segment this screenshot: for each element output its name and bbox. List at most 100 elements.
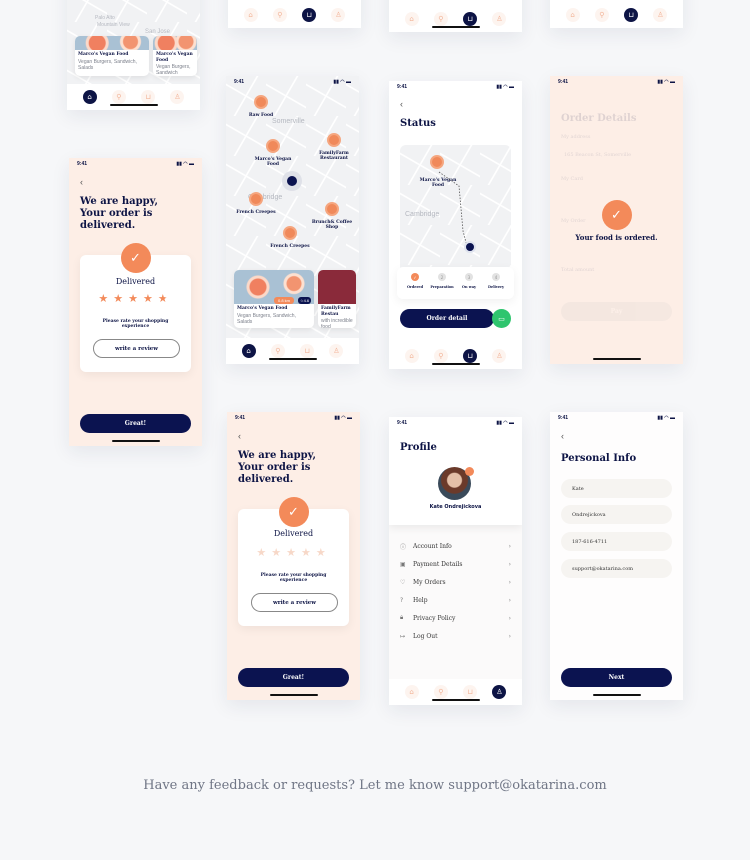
back-icon[interactable]: ‹ <box>561 431 564 441</box>
home-icon[interactable]: ⌂ <box>404 12 419 26</box>
star-icon[interactable]: ★ <box>286 546 301 559</box>
profile-screen: 9:41 ▮▮ ◠ ▬ Profile Kate Ondrejickova ⓘ Ac… <box>389 417 522 705</box>
chat-icon[interactable]: ▭ <box>492 309 511 328</box>
restaurant-card[interactable]: Marco's Vegan Food Vegan Burgers, Sandwic… <box>75 36 149 76</box>
email-field[interactable]: support@okatarina.com <box>561 559 672 578</box>
chevron-right-icon: › <box>508 632 511 640</box>
cart-icon[interactable]: ⊔ <box>624 8 639 22</box>
star-icon[interactable]: ★ <box>256 546 271 559</box>
menu-item[interactable]: ▣ Payment Details › <box>400 558 511 570</box>
map-pin-icon[interactable]: ⚲ <box>111 90 126 104</box>
home-icon[interactable]: ⌂ <box>243 8 258 22</box>
status-screen: 9:41 ▮▮ ◠ ▬ ‹ Status Cambridge Marco's Ve… <box>389 81 522 369</box>
great-button[interactable]: Great! <box>80 414 191 433</box>
page-title: We are happy, Your order is delivered. <box>238 450 316 485</box>
home-icon[interactable]: ⌂ <box>404 349 419 363</box>
home-icon[interactable]: ⌂ <box>565 8 580 22</box>
partial-screen-nav: ⌂ ⚲ ⊔ ♙ <box>228 0 361 28</box>
cart-icon[interactable]: ⊔ <box>463 12 478 26</box>
restaurant-pin[interactable] <box>327 133 341 147</box>
restaurant-card[interactable]: 0.8 km ☆4.6 Marco's Vegan Food Vegan Burg… <box>234 270 314 328</box>
map-screen: 9:41 ▮▮ ◠ ▬ Somerville Cambridge Raw Food… <box>226 76 359 364</box>
home-icon[interactable]: ⌂ <box>241 344 256 358</box>
card-icon: ▣ <box>400 560 406 568</box>
menu-item-label: Payment Details <box>413 560 463 568</box>
star-icon[interactable]: ★ <box>128 292 143 305</box>
star-icon[interactable]: ★ <box>301 546 316 559</box>
address-value: 165 Beacon St, Somerville <box>564 152 632 158</box>
user-icon[interactable]: ♙ <box>653 8 668 22</box>
step-number: 3 <box>465 273 473 281</box>
cart-icon[interactable]: ⊔ <box>300 344 315 358</box>
partial-screen-nav: ⌂ ⚲ ⊔ ♙ <box>389 0 522 32</box>
profile-name: Kate Ondrejickova <box>429 504 482 510</box>
home-icon[interactable]: ⌂ <box>82 90 97 104</box>
phone-field[interactable]: 187-616-4711 <box>561 532 672 551</box>
restaurant-pin[interactable] <box>254 95 268 109</box>
star-rating[interactable]: ★★★★★ <box>69 292 202 305</box>
user-icon[interactable]: ♙ <box>331 8 346 22</box>
user-icon[interactable]: ♙ <box>492 685 507 699</box>
user-icon[interactable]: ♙ <box>492 12 507 26</box>
next-button[interactable]: Next <box>561 668 672 687</box>
menu-item-label: Help <box>413 596 428 604</box>
map-pin-icon[interactable]: ⚲ <box>433 349 448 363</box>
star-icon[interactable]: ★ <box>158 292 173 305</box>
map-pin-icon[interactable]: ⚲ <box>270 344 285 358</box>
field-label: My Card <box>561 176 583 182</box>
logout-icon: ↦ <box>400 632 406 640</box>
map-label: Palo Alto <box>95 15 115 21</box>
progress-step: ✓ Ordered <box>403 273 427 289</box>
order-detail-button[interactable]: Order detail <box>400 309 494 328</box>
cart-icon[interactable]: ⊔ <box>302 8 317 22</box>
star-icon[interactable]: ★ <box>271 546 286 559</box>
footer-contact: Have any feedback or requests? Let me kn… <box>143 778 607 793</box>
user-icon[interactable]: ♙ <box>329 344 344 358</box>
great-button[interactable]: Great! <box>238 668 349 687</box>
menu-item[interactable]: 🔒︎ Privacy Policy › <box>400 612 511 624</box>
checkmark-icon: ✓ <box>278 497 309 527</box>
bottom-nav: ⌂ ⚲ ⊔ ♙ <box>389 679 522 705</box>
chevron-right-icon: › <box>508 560 511 568</box>
first-name-field[interactable]: Kate <box>561 479 672 498</box>
map-pin-icon[interactable]: ⚲ <box>433 685 448 699</box>
restaurant-pin[interactable] <box>249 192 263 206</box>
star-icon[interactable]: ★ <box>316 546 331 559</box>
home-icon[interactable]: ⌂ <box>404 685 419 699</box>
map-pin-icon[interactable]: ⚲ <box>594 8 609 22</box>
restaurant-pin[interactable] <box>325 202 339 216</box>
write-review-button[interactable]: write a review <box>93 339 180 358</box>
delivery-status: Delivered <box>115 277 156 286</box>
restaurant-card[interactable]: FamilyFarm Restau with incredible food <box>318 270 356 328</box>
menu-item-label: Log Out <box>413 632 438 640</box>
last-name-field[interactable]: Ondrejickova <box>561 505 672 524</box>
write-review-button[interactable]: write a review <box>251 593 338 612</box>
star-icon[interactable]: ★ <box>143 292 158 305</box>
restaurant-card[interactable]: Marco's Vegan Food Vegan Burgers, Sandwic… <box>153 36 197 76</box>
chevron-right-icon: › <box>508 578 511 586</box>
star-icon[interactable]: ★ <box>113 292 128 305</box>
camera-icon[interactable] <box>465 467 474 476</box>
info-icon: ⓘ <box>400 543 407 551</box>
lock-icon: 🔒︎ <box>400 614 404 621</box>
back-icon[interactable]: ‹ <box>238 431 241 441</box>
menu-item[interactable]: ♡ My Orders › <box>400 576 511 588</box>
restaurant-pin[interactable] <box>266 139 280 153</box>
cart-icon[interactable]: ⊔ <box>141 90 156 104</box>
map-pin-icon[interactable]: ⚲ <box>272 8 287 22</box>
menu-item[interactable]: ↦ Log Out › <box>400 630 511 642</box>
user-icon[interactable]: ♙ <box>170 90 185 104</box>
menu-item[interactable]: ? Help › <box>400 594 511 606</box>
cart-icon[interactable]: ⊔ <box>463 349 478 363</box>
cart-icon[interactable]: ⊔ <box>463 685 478 699</box>
restaurant-pin[interactable] <box>283 226 297 240</box>
menu-item[interactable]: ⓘ Account Info › <box>400 540 511 552</box>
user-icon[interactable]: ♙ <box>492 349 507 363</box>
star-icon[interactable]: ★ <box>98 292 113 305</box>
step-label: Delivery <box>487 285 505 289</box>
map-pin-icon[interactable]: ⚲ <box>433 12 448 26</box>
page-title: We are happy, Your order is delivered. <box>80 196 158 231</box>
status-bar: 9:41 ▮▮ ◠ ▬ <box>397 420 514 426</box>
star-rating[interactable]: ★★★★★ <box>227 546 360 559</box>
back-icon[interactable]: ‹ <box>80 177 83 187</box>
